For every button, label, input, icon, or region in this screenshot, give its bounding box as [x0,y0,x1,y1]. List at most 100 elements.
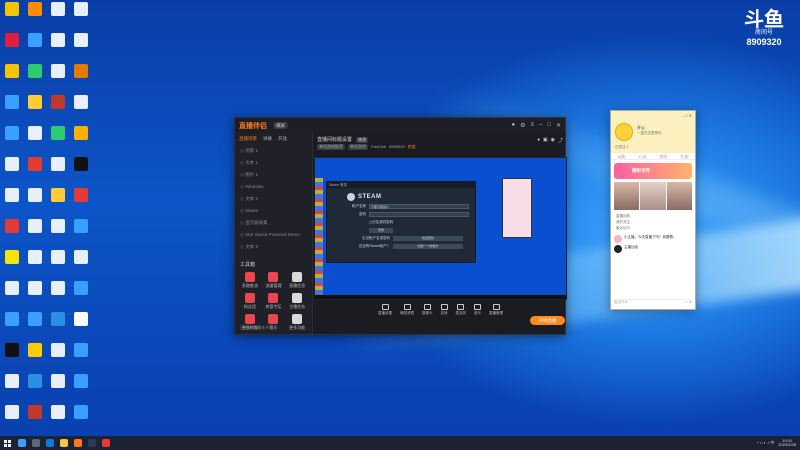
desktop-icon[interactable] [24,343,46,371]
dock-button[interactable]: 麦克风 [456,304,466,316]
record-icon[interactable]: ◉ [551,137,555,144]
tab-gift[interactable]: 礼物 [681,153,689,159]
share-icon[interactable]: ⤴ [558,137,563,144]
desktop-icon[interactable] [47,64,69,92]
desktop-icon[interactable] [70,250,92,278]
desktop-icon[interactable] [24,405,46,433]
stream-preview[interactable]: Steam 登录 STEAM 帐户名称 不要不要用户 密码 ☐ 记住我的密码 登… [314,157,567,300]
scene-item[interactable]: 显示器采集 [235,217,312,229]
desktop-icon[interactable] [47,126,69,154]
dock-button[interactable]: 摄像头 [422,304,433,316]
toolbox-item[interactable]: 房管专区 [262,293,286,310]
desktop-icon[interactable] [24,64,46,92]
desktop-icon[interactable] [1,343,23,371]
edit-title-button[interactable]: 修改 [356,136,369,143]
desktop-icon[interactable] [70,281,92,309]
desktop-icon[interactable] [24,157,46,185]
desktop-icon[interactable] [24,281,46,309]
chat-input[interactable]: 说点什么 ☺ ⊕ [614,299,692,305]
desktop-icon[interactable] [24,250,46,278]
tab-heart[interactable]: 心动 [639,153,647,159]
desktop-icon[interactable] [47,405,69,433]
photo-thumbnail[interactable] [666,182,692,210]
desktop-icon[interactable] [24,312,46,340]
desktop-icon[interactable] [1,374,23,402]
search-icon[interactable] [18,439,26,447]
desktop-icon[interactable] [47,281,69,309]
password-field[interactable] [369,212,469,217]
settings-icon[interactable]: ⚙ [520,122,525,129]
minimize-icon[interactable]: – [539,122,542,129]
desktop-icon[interactable] [1,157,23,185]
desktop-icon[interactable] [1,405,23,433]
desktop-icon[interactable] [70,188,92,216]
tab-dynamic[interactable]: 动态 [618,153,626,159]
steam-icon[interactable] [88,439,96,447]
folder-icon[interactable] [60,439,68,447]
desktop-icon[interactable] [47,188,69,216]
orientation-toggle[interactable]: 横屏 [273,122,288,129]
dock-button[interactable]: 美颜滤镜 [400,304,414,316]
desktop-icon[interactable] [24,2,46,30]
desktop-icon[interactable] [47,374,69,402]
desktop-icon[interactable] [24,95,46,123]
scene-item[interactable]: 文本 3 [235,241,312,253]
desktop-icon[interactable] [24,126,46,154]
desktop-icon[interactable] [24,219,46,247]
account-field[interactable]: 不要不要用户 [369,204,469,209]
desktop-icon[interactable] [70,343,92,371]
close-icon[interactable]: ✕ [556,122,561,129]
gift-icon[interactable]: ♦ [537,137,540,144]
tag[interactable]: 单机游戏推荐 [317,144,345,150]
promo-banner[interactable]: 精彩世界 [614,163,692,179]
desktop-icon[interactable] [70,312,92,340]
desktop-icon[interactable] [70,2,92,30]
desktop-icon[interactable] [1,219,23,247]
forgot-button[interactable]: 找回密码 [393,236,463,241]
desktop-icon[interactable] [1,281,23,309]
toolbox-item[interactable]: 更多功能 [285,314,309,331]
toolbox-item[interactable]: 直播信息 [285,272,309,289]
desktop-icon[interactable] [47,312,69,340]
scene-item[interactable]: Windows [235,181,312,193]
dock-button[interactable]: 直播设置 [378,304,392,316]
desktop-icon[interactable] [70,157,92,185]
desktop-icon[interactable] [24,188,46,216]
tag[interactable]: 单机游戏 [348,144,368,150]
list-item[interactable]: 最近访问 [616,225,690,231]
avatar[interactable] [615,123,633,141]
desktop-icon[interactable] [47,157,69,185]
desktop-icon[interactable] [1,250,23,278]
desktop-icon[interactable] [47,250,69,278]
scene-item[interactable]: 文本 2 [235,193,312,205]
tab-scenes[interactable]: 直播场景 [239,136,257,142]
app-icon[interactable] [102,439,110,447]
menu-icon[interactable]: ≡ [530,122,534,129]
desktop-icon[interactable] [1,95,23,123]
photo-thumbnail[interactable] [614,182,640,210]
desktop-icon[interactable] [70,33,92,61]
desktop-icon[interactable] [1,64,23,92]
desktop-icon[interactable] [70,64,92,92]
dock-button[interactable]: 直播管理 [489,304,503,316]
toolbox-item[interactable]: 主播任务 [285,293,309,310]
desktop-icon[interactable] [47,343,69,371]
desktop-icon[interactable] [24,33,46,61]
task-view-icon[interactable] [32,439,40,447]
desktop-icon[interactable] [1,312,23,340]
tab-open[interactable]: 开放 [278,136,287,142]
app-titlebar[interactable]: 直播伴侣 横屏 ● ⚙ ≡ – □ ✕ [235,118,565,133]
tab-danmaku[interactable]: 弹幕 [263,136,272,142]
dock-button[interactable]: 游戏 [440,304,448,316]
window-controls[interactable]: – □ ✕ [682,113,692,118]
desktop-icon[interactable] [70,405,92,433]
create-account-button[interactable]: 创建一个新帐户 [393,244,463,249]
scene-item[interactable]: Steam [235,205,312,217]
desktop-icon[interactable] [70,95,92,123]
desktop-icon[interactable] [1,2,23,30]
dock-button[interactable]: 音乐 [474,304,481,316]
desktop-icon[interactable] [47,219,69,247]
toolbox-item[interactable]: 粉丝团 [238,293,262,310]
toolbox-item[interactable]: 多路推流 [238,272,262,289]
desktop-icon[interactable] [70,126,92,154]
